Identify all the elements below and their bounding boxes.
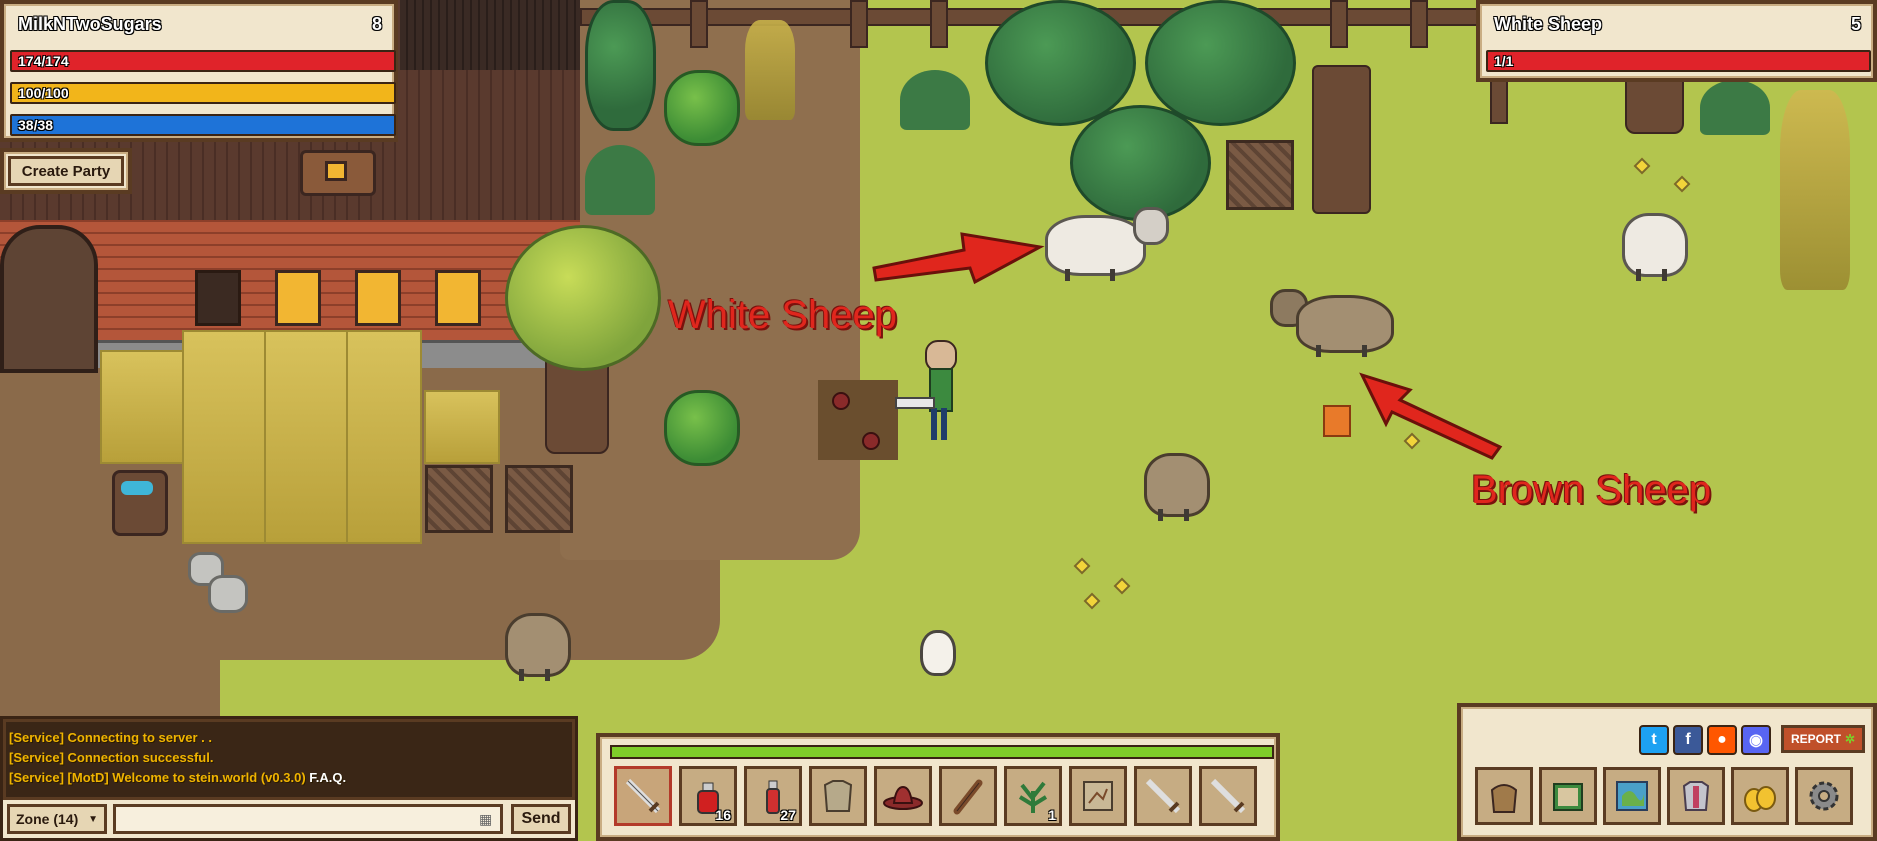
discord-icon[interactable]: ◉	[1741, 725, 1771, 755]
settings-gear-icon	[1809, 781, 1839, 811]
stamina-bar: 100/100	[10, 82, 396, 104]
chat-log[interactable]: [Service] Connecting to server . . [Serv…	[6, 722, 572, 797]
reddit-icon[interactable]: ●	[1707, 725, 1737, 755]
hotbar-slot-4[interactable]	[809, 766, 867, 826]
hotbar-slot-8[interactable]	[1069, 766, 1127, 826]
chat-input-row: Zone (14) ▼ ▦ Send	[3, 800, 575, 838]
hotbar: 16 27 1	[596, 733, 1280, 841]
hotbar-slot-6[interactable]	[939, 766, 997, 826]
chat-input[interactable]	[113, 804, 503, 834]
hotbar-slot-9[interactable]	[1134, 766, 1192, 826]
target-name: White Sheep	[1494, 14, 1603, 34]
chat-lines: [Service] Connecting to server . . [Serv…	[9, 728, 346, 788]
inventory-button[interactable]	[1475, 767, 1533, 825]
player-level: 8	[371, 14, 382, 34]
mana-bar-fill	[12, 116, 394, 134]
gold-coins-icon	[1744, 786, 1776, 812]
inventory-bag-icon	[1490, 784, 1518, 813]
emoji-picker-icon[interactable]: ▦	[479, 811, 492, 828]
health-value: 174/174	[18, 53, 69, 69]
send-button[interactable]: Send	[511, 804, 571, 834]
stamina-bar-fill	[12, 84, 394, 102]
club-icon	[953, 779, 983, 815]
chevron-down-icon: ▼	[88, 813, 98, 825]
create-party-button[interactable]: Create Party	[8, 156, 124, 186]
world-map-button[interactable]	[1603, 767, 1661, 825]
target-health-bar-fill	[1488, 52, 1869, 70]
stamina-value: 100/100	[18, 85, 69, 101]
hat-icon	[883, 785, 923, 810]
brown-sheep-annotation: Brown Sheep	[1471, 468, 1712, 512]
chat-motd-text: [Service] [MotD] Welcome to stein.world …	[9, 770, 306, 785]
report-label: REPORT	[1790, 732, 1841, 746]
menu-panel: t f ● ◉ REPORT ✲	[1457, 703, 1877, 841]
settings-button[interactable]	[1795, 767, 1853, 825]
mana-bar: 38/38	[10, 114, 396, 136]
journal-book-icon	[1553, 783, 1583, 811]
player-frame: MilkNTwoSugars 8 174/174 100/100 38/38	[0, 0, 398, 142]
hotbar-slots: 16 27 1	[614, 766, 1264, 830]
chat-line: [Service] Connecting to server . .	[9, 730, 213, 745]
target-frame: White Sheep 5 1/1	[1476, 0, 1877, 82]
hotbar-slot-3[interactable]: 27	[744, 766, 802, 826]
hotbar-slot-2[interactable]: 16	[679, 766, 737, 826]
chat-panel: [Service] Connecting to server . . [Serv…	[0, 716, 578, 841]
chat-line: [Service] [MotD] Welcome to stein.world …	[9, 768, 346, 788]
hotbar-slot-5[interactable]	[874, 766, 932, 826]
white-sheep-annotation: White Sheep	[668, 293, 898, 337]
chat-line: [Service] Connection successful.	[9, 750, 214, 765]
twitter-icon[interactable]: t	[1639, 725, 1669, 755]
chest-armor-icon	[823, 780, 853, 812]
faq-link[interactable]: F.A.Q.	[309, 770, 346, 785]
hotbar-slot-10[interactable]	[1199, 766, 1257, 826]
slot-count: 16	[715, 807, 731, 823]
world-map-icon	[1616, 781, 1648, 811]
party-panel: Create Party	[0, 148, 132, 194]
health-bar: 174/174	[10, 50, 396, 72]
hotbar-slot-1[interactable]	[614, 766, 672, 826]
sword-icon	[1210, 778, 1246, 814]
journal-button[interactable]	[1539, 767, 1597, 825]
target-health-bar: 1/1	[1486, 50, 1871, 72]
target-level: 5	[1850, 14, 1861, 34]
slot-count: 27	[780, 807, 796, 823]
mana-value: 38/38	[18, 117, 54, 133]
chat-channel-value: Zone (14)	[16, 811, 79, 827]
report-button[interactable]: REPORT ✲	[1781, 725, 1865, 753]
sword-icon	[1145, 778, 1181, 814]
gold-button[interactable]	[1731, 767, 1789, 825]
health-bar-fill	[12, 52, 394, 70]
arrow-to-white-sheep	[872, 232, 1045, 285]
facebook-icon[interactable]: f	[1673, 725, 1703, 755]
character-armor-icon	[1682, 781, 1710, 811]
experience-bar-fill	[612, 747, 1272, 757]
sword-icon	[625, 778, 661, 814]
arrow-to-brown-sheep	[1359, 372, 1503, 460]
hotbar-slot-7[interactable]: 1	[1004, 766, 1062, 826]
chat-channel-select[interactable]: Zone (14) ▼	[7, 804, 107, 834]
experience-bar	[610, 745, 1274, 759]
slot-count: 1	[1048, 807, 1056, 823]
character-button[interactable]	[1667, 767, 1725, 825]
bug-icon: ✲	[1844, 732, 1856, 746]
target-health-value: 1/1	[1494, 53, 1514, 69]
map-scroll-icon	[1083, 781, 1113, 811]
player-name: MilkNTwoSugars	[18, 14, 162, 34]
